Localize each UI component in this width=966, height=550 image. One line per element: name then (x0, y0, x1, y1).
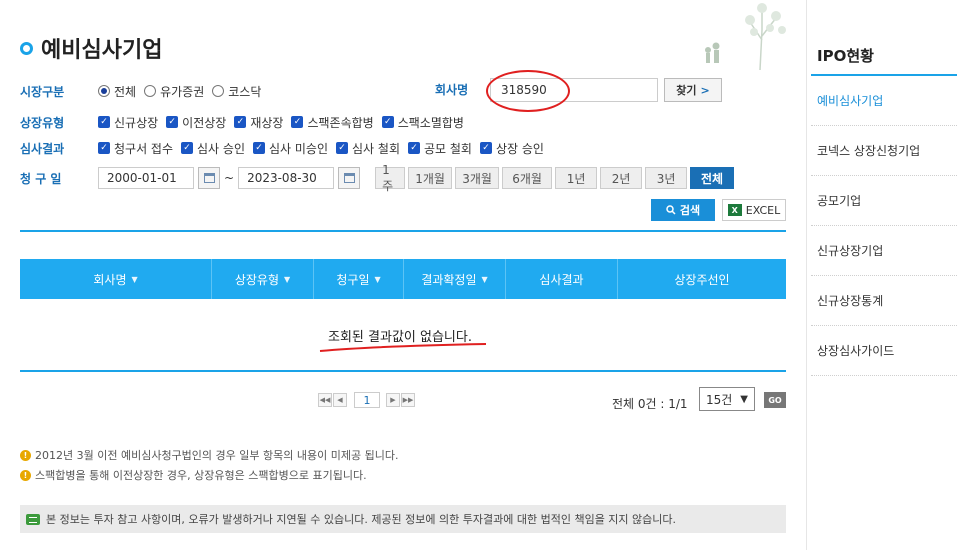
date-from-input[interactable]: 2000-01-01 (98, 167, 194, 189)
period-3m-button[interactable]: 3개월 (455, 167, 500, 189)
sort-caret-icon: ▼ (481, 274, 488, 284)
listing-type-checkbox[interactable]: ✓ 스팩존속합병 (291, 114, 374, 131)
calendar-icon[interactable] (338, 167, 361, 189)
review-result-checkbox[interactable]: ✓ 공모 철회 (408, 140, 472, 157)
total-count: 전체 0건 : 1/1 (612, 397, 688, 411)
sidebar-item-preliminary-review[interactable]: 예비심사기업 (811, 76, 957, 126)
claim-date-label: 청 구 일 (20, 171, 62, 186)
column-header-listing-type[interactable]: 상장유형 ▼ (212, 259, 314, 299)
column-header-company[interactable]: 회사명 ▼ (20, 259, 212, 299)
chevron-right-icon: > (700, 83, 710, 97)
sidebar-title: IPO현황 (817, 47, 874, 65)
date-to-input[interactable]: 2023-08-30 (238, 167, 335, 189)
review-result-checkbox[interactable]: ✓ 심사 미승인 (253, 140, 328, 157)
find-button[interactable]: 찾기 > (664, 78, 722, 102)
date-separator: ~ (224, 171, 235, 185)
chevron-down-icon: ▼ (740, 393, 748, 405)
listing-type-checkbox[interactable]: ✓ 이전상장 (166, 114, 226, 131)
red-circle-annotation (486, 70, 570, 112)
excel-download-button[interactable]: X EXCEL (722, 199, 786, 221)
period-6m-button[interactable]: 6개월 (502, 167, 553, 189)
sidebar-item-new-listing[interactable]: 신규상장기업 (811, 226, 957, 276)
period-3y-button[interactable]: 3년 (645, 167, 688, 189)
info-icon (26, 513, 40, 525)
review-result-checkbox[interactable]: ✓ 청구서 접수 (98, 140, 173, 157)
bulb-icon: ! (20, 449, 31, 461)
radio-icon (212, 85, 225, 97)
sidebar-item-public-offering[interactable]: 공모기업 (811, 176, 957, 226)
check-icon: ✓ (479, 142, 492, 154)
radio-icon (144, 85, 157, 97)
first-page-icon[interactable]: ◀◀ (318, 393, 332, 407)
market-label: 시장구분 (20, 84, 65, 99)
radio-icon (98, 85, 110, 97)
listing-type-label: 상장유형 (20, 115, 65, 130)
period-all-button[interactable]: 전체 (690, 167, 735, 189)
review-result-checkbox[interactable]: ✓ 심사 승인 (181, 140, 245, 157)
results-table-header: 회사명 ▼ 상장유형 ▼ 청구일 ▼ 결과확정일 ▼ 심사결과 상장주선인 (20, 259, 786, 299)
title-bullet-icon (20, 41, 33, 55)
sort-caret-icon: ▼ (374, 274, 381, 284)
sidebar-item-review-guide[interactable]: 상장심사가이드 (811, 326, 957, 376)
main-content: 예비심사기업 시장구분 전체 유가증권 코스닥 회사명 318590 찾기 > 상… (0, 0, 800, 550)
calendar-icon[interactable] (198, 167, 220, 189)
check-icon: ✓ (98, 116, 110, 128)
bulb-icon: ! (20, 469, 31, 481)
page-title: 예비심사기업 (20, 32, 162, 64)
check-icon: ✓ (408, 142, 420, 154)
listing-type-checkbox[interactable]: ✓ 재상장 (234, 114, 283, 131)
check-icon: ✓ (336, 142, 349, 154)
sidebar-item-listing-stats[interactable]: 신규상장통계 (811, 276, 957, 326)
sidebar-item-konex[interactable]: 코넥스 상장신청기업 (811, 126, 957, 176)
section-divider (20, 230, 786, 232)
claim-date-filter-row: 청 구 일 2000-01-01 ~ 2023-08-30 1주 1개월 3개월… (20, 163, 735, 193)
sort-caret-icon: ▼ (284, 274, 291, 284)
column-header-result-date[interactable]: 결과확정일 ▼ (404, 259, 506, 299)
note-item: ! 2012년 3월 이전 예비심사청구법인의 경우 일부 항목의 내용이 미제공… (20, 447, 398, 463)
check-icon: ✓ (291, 116, 304, 128)
search-icon (666, 205, 676, 215)
page-number[interactable]: 1 (354, 392, 380, 408)
note-item: ! 스팩합병을 통해 이전상장한 경우, 상장유형은 스팩합병으로 표기됩니다. (20, 467, 367, 483)
period-1m-button[interactable]: 1개월 (408, 167, 453, 189)
tree-illustration (705, 3, 786, 70)
review-result-label: 심사결과 (20, 141, 65, 156)
company-name-label: 회사명 (435, 83, 469, 97)
page-size-select[interactable]: 15건 ▼ (699, 387, 755, 411)
market-option-kospi[interactable]: 유가증권 (144, 83, 204, 100)
sidebar: IPO현황 예비심사기업 코넥스 상장신청기업 공모기업 신규상장기업 신규상장… (806, 0, 966, 550)
red-underline-annotation (319, 343, 487, 352)
listing-type-checkbox[interactable]: ✓ 스팩소멸합병 (381, 114, 464, 131)
column-header-claim-date[interactable]: 청구일 ▼ (314, 259, 404, 299)
review-result-filter-row: 심사결과 ✓ 청구서 접수 ✓ 심사 승인 ✓ 심사 미승인 ✓ 심사 철회 ✓ 공모 철… (20, 138, 552, 158)
go-button[interactable]: GO (764, 392, 786, 408)
market-option-all[interactable]: 전체 (98, 83, 136, 100)
period-1y-button[interactable]: 1년 (555, 167, 598, 189)
check-icon: ✓ (381, 116, 394, 128)
market-filter-row: 시장구분 전체 유가증권 코스닥 (20, 81, 269, 101)
review-result-checkbox[interactable]: ✓ 상장 승인 (479, 140, 544, 157)
check-icon: ✓ (98, 142, 110, 154)
next-page-icon[interactable]: ▶ (386, 393, 400, 407)
search-button[interactable]: 검색 (651, 199, 715, 221)
period-2y-button[interactable]: 2년 (600, 167, 643, 189)
market-option-kosdaq[interactable]: 코스닥 (212, 83, 261, 100)
pagination: ◀◀ ◀ 1 ▶ ▶▶ (318, 392, 416, 408)
review-result-checkbox[interactable]: ✓ 심사 철회 (336, 140, 400, 157)
check-icon: ✓ (234, 116, 247, 128)
table-bottom-divider (20, 370, 786, 372)
listing-type-checkbox[interactable]: ✓ 신규상장 (98, 114, 158, 131)
disclaimer-bar: 본 정보는 투자 참고 사항이며, 오류가 발생하거나 지연될 수 있습니다. … (20, 505, 786, 533)
column-header-underwriter: 상장주선인 (674, 272, 730, 287)
prev-page-icon[interactable]: ◀ (333, 393, 347, 407)
period-1w-button[interactable]: 1주 (375, 163, 406, 193)
listing-type-filter-row: 상장유형 ✓ 신규상장 ✓ 이전상장 ✓ 재상장 ✓ 스팩존속합병 ✓ 스팩소멸합병 (20, 112, 472, 132)
check-icon: ✓ (253, 142, 265, 154)
excel-icon: X (727, 204, 742, 216)
column-header-review-result: 심사결과 (506, 259, 618, 299)
check-icon: ✓ (166, 116, 179, 128)
sort-caret-icon: ▼ (131, 274, 138, 284)
check-icon: ✓ (181, 142, 194, 154)
last-page-icon[interactable]: ▶▶ (401, 393, 415, 407)
